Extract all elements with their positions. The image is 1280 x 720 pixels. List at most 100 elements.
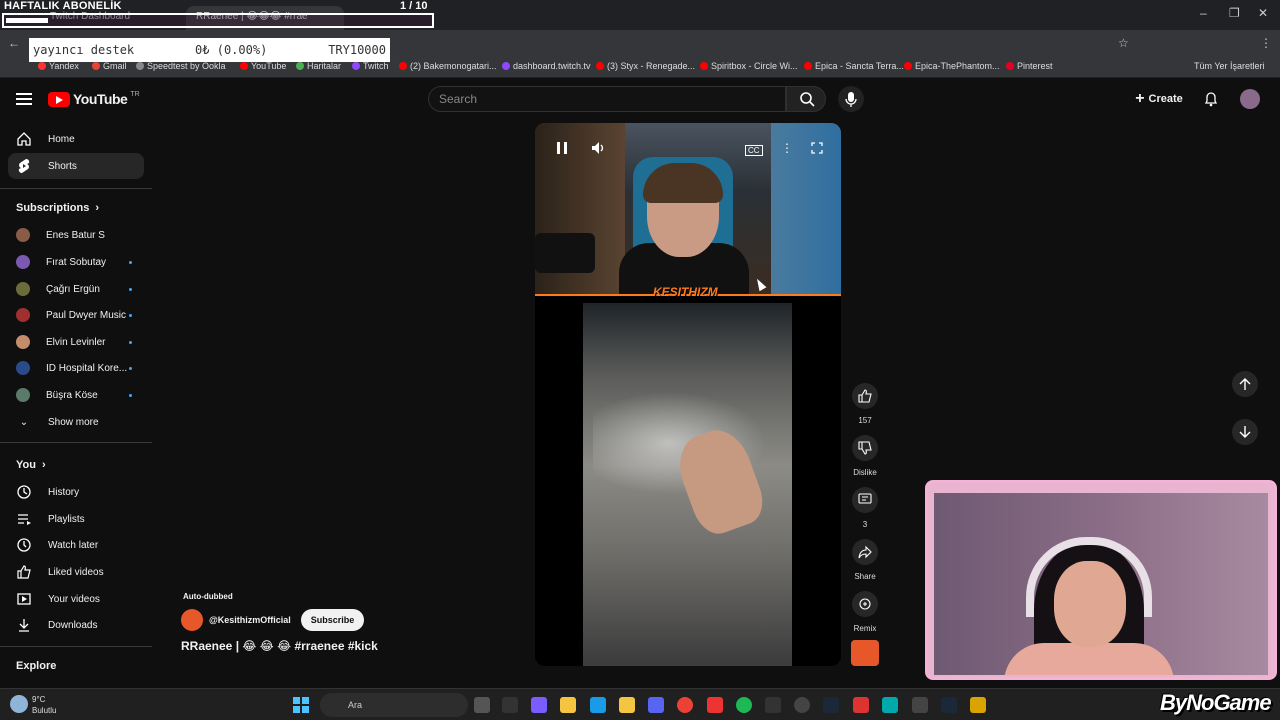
dislike-button[interactable]: Dislike [852, 435, 878, 477]
search-button[interactable] [786, 86, 826, 112]
minimize-icon[interactable]: – [1200, 6, 1207, 20]
bookmark-item[interactable]: Haritalar [296, 61, 341, 71]
channel-thumbnail[interactable] [851, 640, 879, 666]
sidebar-item-watch-later[interactable]: Watch later [8, 532, 144, 558]
store-icon[interactable] [619, 697, 635, 713]
sidebar-item-subscription[interactable]: Enes Batur S [8, 222, 144, 248]
steam-icon[interactable] [941, 697, 957, 713]
divider [0, 442, 152, 443]
back-icon[interactable]: ← [8, 36, 20, 50]
weekly-subscription-title: HAFTALIK ABONELİK [4, 0, 122, 12]
like-button[interactable]: 157 [852, 383, 878, 425]
webcam-feed [934, 493, 1268, 675]
sidebar-item-history[interactable]: History [8, 479, 144, 505]
account-avatar[interactable] [1240, 89, 1260, 109]
bookmark-item[interactable]: Twitch [352, 61, 389, 71]
create-button[interactable]: + Create [1128, 86, 1190, 112]
arrow-down-icon [1239, 426, 1251, 438]
remix-button[interactable]: Remix [852, 591, 878, 633]
you-heading[interactable]: You › [16, 459, 46, 471]
bookmark-item[interactable]: (2) Bakemonogatari... [399, 61, 497, 71]
avatar [16, 335, 30, 349]
close-window-icon[interactable]: ✕ [1258, 6, 1268, 20]
notifications-bell-icon[interactable] [1203, 91, 1219, 107]
sidebar-item-your-videos[interactable]: Your videos [8, 586, 144, 612]
sidebar-item-liked-videos[interactable]: Liked videos [8, 559, 144, 585]
next-short-button[interactable] [1232, 419, 1258, 445]
app-icon[interactable] [853, 697, 869, 713]
file-explorer-icon[interactable] [560, 697, 576, 713]
hamburger-menu-icon[interactable] [16, 92, 32, 106]
volume-icon[interactable] [591, 141, 607, 155]
subscriptions-heading[interactable]: Subscriptions › [16, 202, 99, 214]
short-video-player[interactable]: KESITHIZM CC ⋮ [535, 123, 841, 666]
task-view-icon[interactable] [474, 697, 490, 713]
sidebar-item-subscription[interactable]: Paul Dwyer Music [8, 302, 144, 328]
app-icon[interactable] [502, 697, 518, 713]
bookmark-item[interactable]: Spiritbox - Circle Wi... [700, 61, 798, 71]
channel-name[interactable]: @KesithizmOfficial [209, 615, 291, 625]
bookmark-item[interactable]: Epica-ThePhantom... [904, 61, 1000, 71]
maximize-icon[interactable]: ❐ [1229, 6, 1240, 20]
donation-goal-widget: yayıncı destek 0₺ (0.00%) TRY10000 [29, 38, 390, 62]
channel-avatar[interactable] [181, 609, 203, 631]
windows-start-icon[interactable] [293, 697, 309, 713]
obs-icon[interactable] [794, 697, 810, 713]
chrome-icon[interactable] [677, 697, 693, 713]
pause-icon[interactable] [555, 141, 569, 155]
sidebar-item-subscription[interactable]: Çağrı Ergün [8, 276, 144, 302]
previous-short-button[interactable] [1232, 371, 1258, 397]
sidebar-item-shorts[interactable]: Shorts [8, 153, 144, 179]
all-bookmarks[interactable]: Tüm Yer İşaretleri [1194, 61, 1265, 71]
avatar [16, 282, 30, 296]
new-content-dot [129, 260, 132, 264]
video-title[interactable]: RRaenee | 😂 😂 😂 #rraenee #kick [181, 639, 378, 653]
app-icon[interactable] [970, 697, 986, 713]
captions-icon[interactable]: CC [745, 145, 763, 156]
avatar [16, 361, 30, 375]
menu-dots-icon[interactable]: ⋮ [1260, 36, 1272, 50]
sidebar-item-playlists[interactable]: Playlists [8, 506, 144, 532]
steam-icon[interactable] [823, 697, 839, 713]
bookmark-item[interactable]: Yandex [38, 61, 79, 71]
youtube-logo[interactable]: YouTube TR [48, 91, 140, 107]
sidebar-item-downloads[interactable]: Downloads [8, 612, 144, 638]
copilot-icon[interactable] [531, 697, 547, 713]
thumbs-down-icon [852, 435, 878, 461]
more-options-icon[interactable]: ⋮ [781, 141, 793, 155]
bookmark-item[interactable]: Speedtest by Ookla [136, 61, 226, 71]
edge-icon[interactable] [590, 697, 606, 713]
sidebar-item-subscription[interactable]: Büşra Köse [8, 382, 144, 408]
weather-widget[interactable]: 9°C Bulutlu [32, 694, 56, 716]
sidebar-item-subscription[interactable]: Fırat Sobutay [8, 249, 144, 275]
home-icon [16, 131, 32, 147]
auto-dubbed-label: Auto-dubbed [183, 592, 233, 601]
app-icon[interactable] [765, 697, 781, 713]
app-icon[interactable] [882, 697, 898, 713]
search-input[interactable]: Search [428, 86, 786, 112]
discord-icon[interactable] [648, 697, 664, 713]
app-icon[interactable] [707, 697, 723, 713]
spotify-icon[interactable] [736, 697, 752, 713]
comments-button[interactable]: 3 [852, 487, 878, 529]
sidebar-item-home[interactable]: Home [8, 126, 144, 152]
app-icon[interactable] [912, 697, 928, 713]
thumbs-up-icon [852, 383, 878, 409]
share-button[interactable]: Share [852, 539, 878, 581]
voice-search-button[interactable] [838, 86, 864, 112]
sidebar-item-subscription[interactable]: Elvin Levinler [8, 329, 144, 355]
star-icon[interactable]: ☆ [1118, 36, 1129, 50]
bookmark-item[interactable]: YouTube [240, 61, 286, 71]
taskbar-search[interactable]: Ara [320, 693, 468, 717]
subscribe-button[interactable]: Subscribe [300, 609, 365, 631]
show-more-button[interactable]: ⌄ Show more [8, 409, 144, 435]
bookmark-item[interactable]: Epica - Sancta Terra... [804, 61, 904, 71]
bookmark-item[interactable]: dashboard.twitch.tv [502, 61, 591, 71]
bookmark-item[interactable]: Gmail [92, 61, 127, 71]
fullscreen-icon[interactable] [811, 142, 823, 154]
watch-later-icon [16, 537, 32, 553]
new-content-dot [129, 340, 132, 344]
sidebar-item-subscription[interactable]: ID Hospital Kore... [8, 355, 144, 381]
bookmark-item[interactable]: (3) Styx - Renegade... [596, 61, 695, 71]
bookmark-item[interactable]: Pinterest [1006, 61, 1053, 71]
